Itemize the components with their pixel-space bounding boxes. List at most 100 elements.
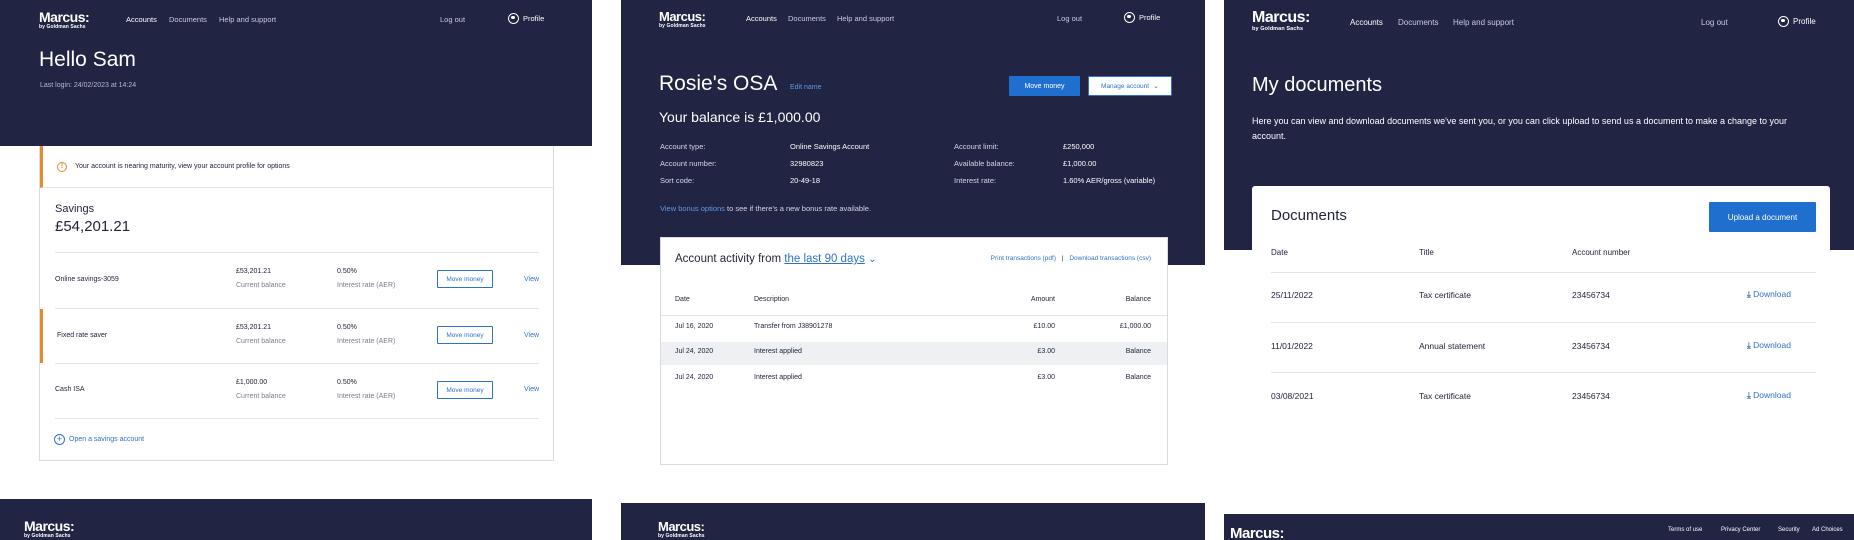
nav-accounts[interactable]: Accounts bbox=[1350, 18, 1383, 27]
footer-security[interactable]: Security bbox=[1778, 527, 1800, 533]
download-label: Download bbox=[1753, 340, 1791, 350]
detail-label: Account number: bbox=[660, 159, 717, 168]
account-name[interactable]: Cash ISA bbox=[55, 386, 85, 393]
download-link[interactable]: ⤓ Download bbox=[1747, 390, 1791, 401]
marcus-logo[interactable]: Marcus: by Goldman Sachs bbox=[39, 9, 90, 30]
divider bbox=[1271, 372, 1816, 373]
col-title: Title bbox=[1419, 248, 1434, 257]
profile-label: Profile bbox=[1793, 17, 1816, 26]
row-highlight-bar bbox=[40, 309, 43, 363]
row-title: Annual statement bbox=[1419, 341, 1486, 351]
logo-wordmark: Marcus: bbox=[39, 9, 90, 25]
account-header bbox=[621, 0, 1205, 265]
download-link[interactable]: ⤓ Download bbox=[1747, 340, 1791, 351]
detail-value: 20-49-18 bbox=[790, 176, 821, 185]
detail-value: 1.60% AER/gross (variable) bbox=[1063, 176, 1156, 185]
download-transactions-link[interactable]: Download transactions (csv) bbox=[1069, 255, 1151, 262]
footer-terms[interactable]: Terms of use bbox=[1668, 527, 1702, 533]
view-link[interactable]: View bbox=[524, 332, 539, 339]
chevron-down-icon: ⌄ bbox=[1153, 83, 1159, 90]
account-name[interactable]: Fixed rate saver bbox=[57, 332, 107, 339]
edit-name-link[interactable]: Edit name bbox=[790, 84, 822, 91]
row-account: 23456734 bbox=[1572, 391, 1610, 401]
manage-account-button[interactable]: Manage account ⌄ bbox=[1088, 76, 1172, 96]
download-icon: ⤓ bbox=[1747, 340, 1751, 350]
open-account-link[interactable]: + Open a savings account bbox=[54, 434, 144, 445]
row-description: Transfer from J38901278 bbox=[754, 323, 833, 330]
footer-logo[interactable]: Marcus: by Goldman Sachs bbox=[658, 520, 705, 539]
footer-ad-choices[interactable]: Ad Choices bbox=[1812, 527, 1843, 533]
print-transactions-link[interactable]: Print transactions (pdf) bbox=[991, 255, 1056, 262]
download-label: Download bbox=[1753, 390, 1791, 400]
bonus-text: to see if there's a new bonus rate avail… bbox=[724, 204, 872, 213]
logo-wordmark: Marcus: bbox=[658, 519, 705, 534]
nav-documents[interactable]: Documents bbox=[788, 14, 826, 23]
view-link[interactable]: View bbox=[524, 386, 539, 393]
nav-documents[interactable]: Documents bbox=[169, 15, 207, 24]
profile-link[interactable]: Profile bbox=[1778, 16, 1816, 27]
col-balance: Balance bbox=[1125, 296, 1151, 303]
logo-wordmark: Marcus: bbox=[24, 518, 75, 534]
upload-document-button[interactable]: Upload a document bbox=[1709, 202, 1816, 232]
logo-subtitle: by Goldman Sachs bbox=[24, 533, 71, 539]
row-date: Jul 24, 2020 bbox=[675, 348, 714, 355]
move-money-button[interactable]: Move money bbox=[1009, 76, 1080, 96]
detail-label: Interest rate: bbox=[954, 176, 997, 185]
logo-subtitle: by Goldman Sachs bbox=[659, 23, 706, 29]
divider bbox=[55, 252, 539, 253]
divider bbox=[1271, 322, 1816, 323]
footer-privacy[interactable]: Privacy Center bbox=[1721, 527, 1760, 533]
footer-logo[interactable]: Marcus: by Goldman Sachs bbox=[24, 518, 75, 539]
row-date: 25/11/2022 bbox=[1271, 290, 1313, 300]
col-account-number: Account number bbox=[1572, 248, 1631, 257]
view-link[interactable]: View bbox=[524, 276, 539, 283]
bonus-options-link[interactable]: View bonus options bbox=[660, 204, 725, 213]
detail-value: £250,000 bbox=[1063, 142, 1095, 151]
plus-circle-icon: + bbox=[54, 434, 65, 445]
savings-card: ! Your account is nearing maturity, view… bbox=[39, 146, 554, 461]
balance-label: Current balance bbox=[236, 282, 286, 289]
row-balance: Balance bbox=[1125, 374, 1151, 381]
profile-icon bbox=[1124, 12, 1135, 23]
profile-link[interactable]: Profile bbox=[508, 13, 544, 24]
nav-logout[interactable]: Log out bbox=[440, 15, 465, 24]
nav-accounts[interactable]: Accounts bbox=[746, 14, 777, 23]
divider bbox=[55, 363, 539, 364]
detail-label: Available balance: bbox=[954, 159, 1015, 168]
profile-label: Profile bbox=[523, 14, 545, 23]
divider bbox=[55, 418, 539, 419]
row-date: Jul 16, 2020 bbox=[675, 323, 714, 330]
nav-documents[interactable]: Documents bbox=[1398, 18, 1438, 27]
move-money-button[interactable]: Move money bbox=[437, 381, 493, 399]
row-date: 03/08/2021 bbox=[1271, 391, 1314, 401]
col-date: Date bbox=[675, 296, 690, 303]
row-description: Interest applied bbox=[754, 374, 802, 381]
last-login: Last login: 24/02/2023 at 14:24 bbox=[40, 82, 137, 89]
nav-help[interactable]: Help and support bbox=[1453, 18, 1514, 27]
date-range-dropdown[interactable]: the last 90 days ⌄ bbox=[784, 253, 876, 265]
marcus-logo[interactable]: Marcus: by Goldman Sachs bbox=[1252, 10, 1310, 33]
footer-logo[interactable]: Marcus: bbox=[1230, 526, 1285, 540]
move-money-button[interactable]: Move money bbox=[437, 326, 493, 344]
table-row[interactable]: Jul 24, 2020 Interest applied £3.00 Bala… bbox=[661, 342, 1167, 365]
detail-value: £1,000.00 bbox=[1063, 159, 1097, 168]
move-money-button[interactable]: Move money bbox=[437, 270, 493, 288]
account-balance: £53,201.21 bbox=[236, 324, 272, 331]
nav-help[interactable]: Help and support bbox=[837, 14, 894, 23]
detail-label: Account limit: bbox=[954, 142, 999, 151]
logo-wordmark: Marcus: bbox=[1252, 9, 1310, 26]
account-name[interactable]: Online savings-3059 bbox=[55, 276, 119, 283]
row-date: 11/01/2022 bbox=[1271, 341, 1313, 351]
marcus-logo[interactable]: Marcus: by Goldman Sachs bbox=[659, 10, 706, 29]
nav-logout[interactable]: Log out bbox=[1701, 18, 1728, 27]
download-icon: ⤓ bbox=[1747, 390, 1751, 400]
download-link[interactable]: ⤓ Download bbox=[1747, 289, 1791, 300]
detail-label: Account type: bbox=[660, 142, 706, 151]
col-description: Description bbox=[754, 296, 790, 303]
documents-title: My documents bbox=[1252, 74, 1383, 96]
profile-link[interactable]: Profile bbox=[1124, 12, 1160, 23]
bonus-line: View bonus options to see if there's a n… bbox=[660, 204, 871, 213]
nav-logout[interactable]: Log out bbox=[1057, 14, 1082, 23]
nav-help[interactable]: Help and support bbox=[219, 15, 276, 24]
nav-accounts[interactable]: Accounts bbox=[126, 15, 157, 24]
